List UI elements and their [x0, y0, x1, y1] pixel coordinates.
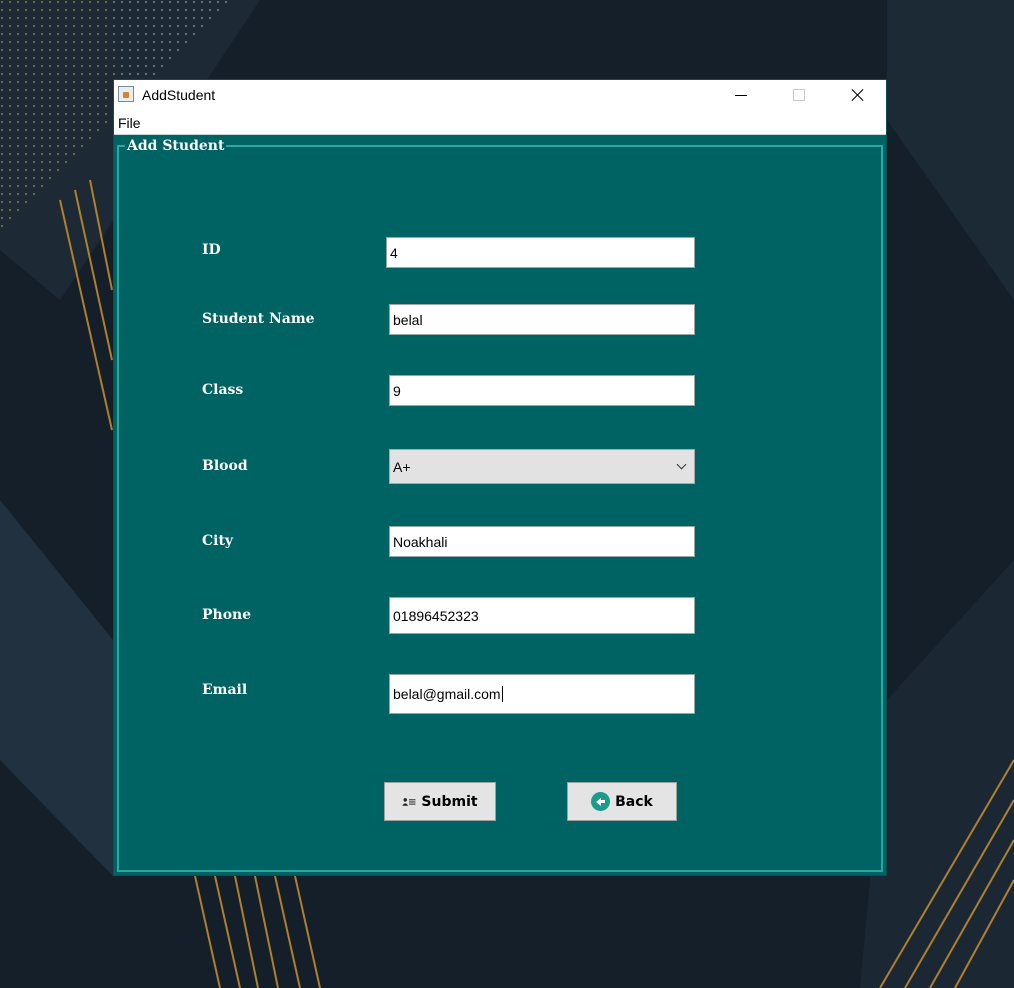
menu-file[interactable]: File	[118, 115, 141, 131]
back-button[interactable]: Back	[567, 782, 677, 821]
add-student-panel: Add Student ID 4 Student Name belal Clas…	[117, 138, 883, 872]
email-label: Email	[202, 682, 248, 698]
city-label: City	[202, 533, 234, 549]
menu-bar: File	[114, 110, 886, 135]
minimize-button[interactable]	[712, 80, 770, 110]
panel-title: Add Student	[125, 138, 227, 154]
phone-field[interactable]: 01896452323	[389, 597, 695, 634]
submit-button[interactable]: Submit	[384, 782, 496, 821]
city-field[interactable]: Noakhali	[389, 526, 695, 557]
title-bar[interactable]: AddStudent	[114, 80, 886, 110]
student-name-field[interactable]: belal	[389, 304, 695, 335]
java-app-icon	[118, 86, 134, 102]
close-button[interactable]	[828, 80, 886, 110]
back-arrow-icon	[591, 792, 611, 811]
add-student-window: AddStudent File Add Student ID 4 Student…	[113, 79, 887, 876]
email-value: belal@gmail.com	[393, 686, 501, 702]
maximize-button[interactable]	[770, 80, 828, 110]
chevron-down-icon[interactable]	[676, 459, 687, 470]
user-list-icon	[402, 797, 416, 806]
class-label: Class	[202, 382, 244, 398]
id-field[interactable]: 4	[386, 237, 695, 268]
blood-label: Blood	[202, 458, 248, 474]
id-label: ID	[202, 242, 221, 258]
class-field[interactable]: 9	[389, 375, 695, 406]
blood-selected-value: A+	[393, 458, 411, 475]
blood-select[interactable]: A+	[389, 449, 695, 484]
submit-label: Submit	[421, 793, 478, 810]
back-label: Back	[615, 793, 653, 810]
phone-label: Phone	[202, 607, 252, 623]
text-cursor	[501, 686, 503, 702]
email-field[interactable]: belal@gmail.com	[389, 674, 695, 714]
window-title: AddStudent	[142, 87, 216, 103]
student-name-label: Student Name	[202, 311, 315, 327]
